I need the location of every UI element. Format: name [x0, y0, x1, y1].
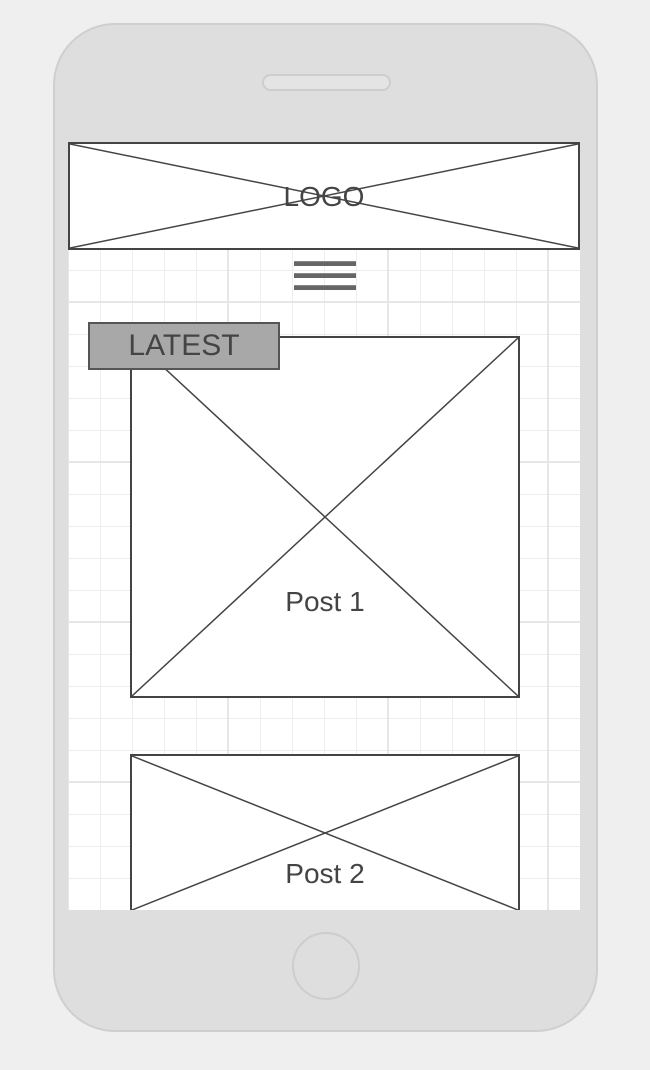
- phone-screen: LOGO LATEST Post 1 Post 2: [68, 142, 580, 910]
- logo-placeholder[interactable]: LOGO: [68, 142, 580, 250]
- logo-label: LOGO: [283, 181, 365, 212]
- post-card-1[interactable]: Post 1: [130, 336, 520, 698]
- menu-bar-top: [294, 261, 356, 266]
- image-placeholder-icon: [132, 338, 518, 696]
- home-button[interactable]: [292, 932, 360, 1000]
- menu-bar-middle: [294, 273, 356, 278]
- latest-section-badge: LATEST: [88, 322, 280, 370]
- phone-speaker: [262, 74, 391, 91]
- hamburger-menu-icon[interactable]: [294, 261, 356, 295]
- post-card-2[interactable]: Post 2: [130, 754, 520, 910]
- post-title: Post 2: [285, 858, 365, 889]
- menu-bar-bottom: [294, 285, 356, 290]
- post-title: Post 1: [285, 586, 365, 617]
